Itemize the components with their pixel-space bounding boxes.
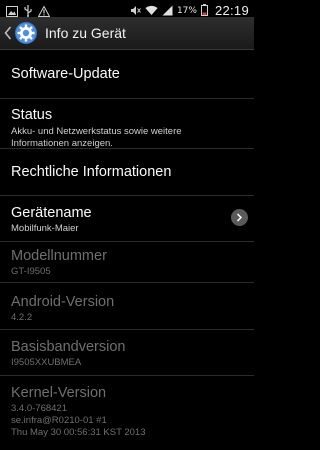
list-item-subtitle: Akku- und Netzwerkstatus sowie weitere I… <box>11 126 182 149</box>
action-bar: Info zu Gerät <box>0 17 254 50</box>
status-clock: 22:19 <box>214 3 249 18</box>
list-item-legal-info[interactable]: Rechtliche Informationen <box>0 149 254 196</box>
list-item-subtitle-line: Thu May 30 00:56:31 KST 2013 <box>11 427 146 438</box>
list-item-subtitle-line: se.infra@R0210-01 #1 <box>11 415 107 426</box>
list-item-subtitle: 4.2.2 <box>11 312 33 323</box>
settings-gear-icon[interactable] <box>14 21 38 45</box>
list-item-title: Kernel-Version <box>11 385 107 401</box>
settings-list: Software-Update Status Akku- und Netzwer… <box>0 50 254 448</box>
battery-percent: 17% <box>176 5 197 16</box>
list-item-kernel-version: Kernel-Version 3.4.0-768421 se.infra@R02… <box>0 376 254 448</box>
page-title: Info zu Gerät <box>45 25 126 41</box>
list-item-subtitle-line: 3.4.0-768421 <box>11 403 67 414</box>
back-icon[interactable] <box>4 26 12 40</box>
list-item-title: Basisbandversion <box>11 339 126 355</box>
status-bar: 17% 22:19 <box>0 0 254 18</box>
list-item-title: Software-Update <box>11 66 120 82</box>
list-item-title: Gerätename <box>11 205 92 221</box>
list-item-subtitle: Mobilfunk-Maier <box>11 223 79 234</box>
list-item-title: Android-Version <box>11 294 115 310</box>
list-item-software-update[interactable]: Software-Update <box>0 50 254 99</box>
list-item-device-name[interactable]: Gerätename Mobilfunk-Maier <box>0 196 254 242</box>
list-item-baseband-version: Basisbandversion I9505XXUBMEA <box>0 330 254 376</box>
list-item-title: Status <box>11 107 53 123</box>
list-item-status[interactable]: Status Akku- und Netzwerkstatus sowie we… <box>0 99 254 149</box>
list-item-title: Modellnummer <box>11 248 107 264</box>
list-item-android-version: Android-Version 4.2.2 <box>0 283 254 330</box>
list-item-model-number: Modellnummer GT-I9505 <box>0 242 254 283</box>
list-item-title: Rechtliche Informationen <box>11 164 172 180</box>
list-item-subtitle: I9505XXUBMEA <box>11 357 82 368</box>
chevron-right-icon[interactable] <box>231 209 248 226</box>
list-item-subtitle: GT-I9505 <box>11 266 51 277</box>
